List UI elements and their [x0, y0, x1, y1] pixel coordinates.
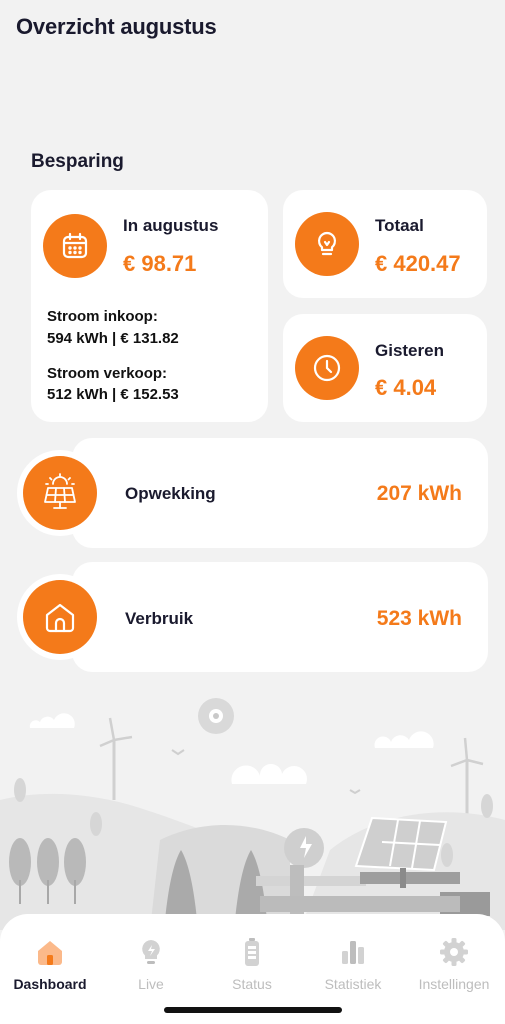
total-savings-card[interactable]: Totaal € 420.47 — [283, 190, 487, 298]
lightbulb-icon — [142, 940, 160, 964]
tab-status[interactable]: Status — [204, 936, 300, 992]
yesterday-value: € 4.04 — [375, 375, 437, 400]
calendar-icon — [43, 214, 107, 278]
tab-live-label: Live — [138, 976, 164, 992]
house-icon — [23, 580, 97, 654]
tab-live[interactable]: Live — [103, 936, 199, 992]
consumption-value: 523 kWh — [376, 607, 462, 630]
sale-title: Stroom verkoop: — [47, 365, 168, 382]
tab-settings[interactable]: Instellingen — [406, 936, 502, 992]
tab-settings-label: Instellingen — [418, 976, 490, 992]
purchase-value: 594 kWh | € 131.82 — [47, 330, 179, 347]
generation-label: Opwekking — [125, 484, 216, 503]
home-indicator[interactable] — [164, 1007, 342, 1013]
tab-statistics[interactable]: Statistiek — [305, 936, 401, 992]
section-title-savings: Besparing — [31, 151, 124, 172]
sale-value: 512 kWh | € 152.53 — [47, 386, 179, 403]
generation-card[interactable]: Opwekking 207 kWh — [72, 438, 488, 548]
tab-status-label: Status — [232, 976, 272, 992]
consumption-card[interactable]: Verbruik 523 kWh — [72, 562, 488, 672]
battery-icon — [245, 938, 259, 966]
clock-icon — [295, 336, 359, 400]
solar-panel-icon — [23, 456, 97, 530]
total-value: € 420.47 — [375, 251, 461, 276]
month-value: € 98.71 — [123, 251, 197, 276]
month-savings-card[interactable]: In augustus € 98.71 Stroom inkoop: 594 k… — [31, 190, 268, 422]
tab-statistics-label: Statistiek — [324, 976, 382, 992]
generation-value: 207 kWh — [376, 482, 462, 505]
consumption-label: Verbruik — [125, 609, 194, 628]
total-label: Totaal — [375, 216, 424, 235]
purchase-title: Stroom inkoop: — [47, 308, 158, 325]
page-title: Overzicht augustus — [16, 14, 217, 39]
month-label: In augustus — [123, 216, 219, 235]
yesterday-label: Gisteren — [375, 341, 444, 360]
house-icon — [38, 941, 62, 965]
yesterday-savings-card[interactable]: Gisteren € 4.04 — [283, 314, 487, 422]
bar-chart-icon — [342, 941, 364, 964]
tab-dashboard-label: Dashboard — [13, 976, 87, 992]
landscape-illustration — [0, 698, 505, 930]
tab-dashboard[interactable]: Dashboard — [2, 936, 98, 992]
lightbulb-icon — [295, 212, 359, 276]
gear-icon — [440, 938, 468, 966]
